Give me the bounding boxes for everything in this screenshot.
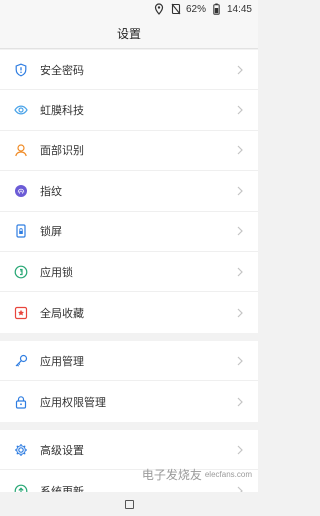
settings-item-label: 系统更新: [40, 485, 84, 492]
eye-icon: [14, 103, 28, 117]
shield-icon: [14, 63, 28, 77]
chevron-right-icon: [236, 308, 244, 318]
settings-item-label: 全局收藏: [40, 307, 84, 320]
gear-icon: [14, 443, 28, 457]
settings-item-label: 应用锁: [40, 266, 73, 279]
settings-item-label: 安全密码: [40, 64, 84, 77]
settings-item-iris[interactable]: 虹膜科技: [0, 90, 258, 131]
settings-item-label: 高级设置: [40, 444, 84, 457]
chevron-right-icon: [236, 105, 244, 115]
settings-item-app-lock[interactable]: 应用锁: [0, 252, 258, 293]
settings-item-app-permissions[interactable]: 应用权限管理: [0, 381, 258, 421]
settings-item-security-password[interactable]: 安全密码: [0, 50, 258, 91]
settings-item-label: 虹膜科技: [40, 105, 84, 118]
star-icon: [14, 306, 28, 320]
settings-item-label: 面部识别: [40, 145, 84, 158]
app-lock-icon: [14, 265, 28, 279]
lockscreen-icon: [14, 224, 28, 238]
page-title: 设置: [0, 18, 258, 49]
chevron-right-icon: [236, 145, 244, 155]
settings-item-app-management[interactable]: 应用管理: [0, 341, 258, 382]
settings-item-lock-screen[interactable]: 锁屏: [0, 212, 258, 252]
battery-icon: [211, 3, 223, 15]
settings-item-face-recognition[interactable]: 面部识别: [0, 131, 258, 172]
status-bar: 62% 14:45: [0, 0, 258, 18]
clock: 14:45: [226, 3, 252, 15]
chevron-right-icon: [236, 445, 244, 455]
padlock-icon: [14, 395, 28, 409]
navigation-bar: [0, 492, 258, 516]
no-sim-icon: [170, 3, 182, 15]
update-icon: [14, 484, 28, 492]
chevron-right-icon: [236, 65, 244, 75]
fingerprint-icon: [14, 184, 28, 198]
chevron-right-icon: [236, 226, 244, 236]
watermark-sub: elecfans.com: [204, 470, 252, 479]
settings-item-label: 应用管理: [40, 355, 84, 368]
chevron-right-icon: [236, 267, 244, 277]
settings-item-fingerprint[interactable]: 指纹: [0, 171, 258, 212]
settings-item-global-favorites[interactable]: 全局收藏: [0, 292, 258, 332]
key-icon: [14, 354, 28, 368]
settings-item-label: 锁屏: [40, 226, 62, 239]
settings-item-label: 指纹: [40, 185, 62, 198]
chevron-right-icon: [236, 186, 244, 196]
chevron-right-icon: [236, 356, 244, 366]
watermark: 电子发烧友 elecfans.com: [142, 466, 252, 483]
battery-percent: 62%: [185, 3, 206, 15]
settings-section-security: 安全密码 虹膜科技 面部识别 指纹 锁屏 应用锁 全局收藏: [0, 50, 258, 333]
chevron-right-icon: [236, 397, 244, 407]
settings-item-advanced-settings[interactable]: 高级设置: [0, 430, 258, 471]
location-icon: [153, 3, 165, 15]
settings-section-apps: 应用管理 应用权限管理: [0, 341, 258, 422]
settings-item-label: 应用权限管理: [40, 396, 106, 409]
recents-button[interactable]: [124, 499, 134, 509]
watermark-text: 电子发烧友: [141, 468, 202, 482]
face-icon: [14, 143, 28, 157]
